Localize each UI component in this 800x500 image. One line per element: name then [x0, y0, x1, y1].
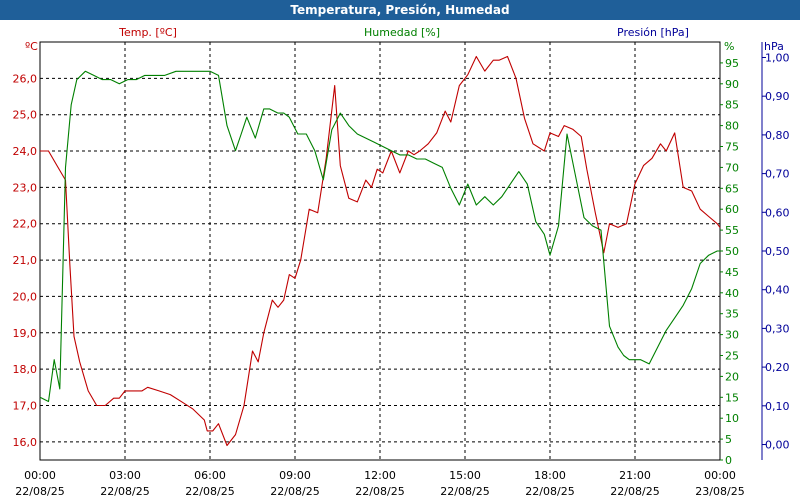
x-tick-date: 22/08/25 [15, 485, 64, 498]
humidity-tick-label: 55 [725, 224, 739, 237]
temp-tick-label: 26,0 [13, 72, 38, 85]
humidity-tick-label: 10 [725, 412, 739, 425]
humidity-tick-label: 65 [725, 182, 739, 195]
pressure-tick-label: 0,10 [765, 400, 790, 413]
humidity-tick-label: 40 [725, 287, 739, 300]
pressure-tick-label: 0,30 [765, 322, 790, 335]
humidity-tick-label: 15 [725, 391, 739, 404]
humidity-tick-label: 20 [725, 370, 739, 383]
temp-tick-label: 20,0 [13, 290, 38, 303]
humidity-tick-label: 35 [725, 308, 739, 321]
temp-tick-label: 19,0 [13, 327, 38, 340]
x-tick-date: 22/08/25 [355, 485, 404, 498]
x-tick-time: 09:00 [279, 469, 311, 482]
x-tick-date: 22/08/25 [525, 485, 574, 498]
humidity-tick-label: 75 [725, 141, 739, 154]
humidity-tick-label: 95 [725, 57, 739, 70]
humidity-tick-label: 30 [725, 329, 739, 342]
x-tick-date: 22/08/25 [610, 485, 659, 498]
humidity-tick-label: 25 [725, 350, 739, 363]
x-tick-time: 15:00 [449, 469, 481, 482]
temp-tick-label: 23,0 [13, 181, 38, 194]
x-tick-date: 22/08/25 [440, 485, 489, 498]
humidity-tick-label: 60 [725, 203, 739, 216]
tick-labels: 16,0 17,0 18,0 19,0 20,0 21,0 22,0 23,0 24,0 25,0… [13, 51, 790, 498]
pressure-axis-label: Presión [hPa] [617, 26, 689, 39]
temp-unit-label: ºC [25, 40, 38, 53]
x-tick-time: 21:00 [619, 469, 651, 482]
humidity-tick-label: 70 [725, 161, 739, 174]
humidity-tick-label: 80 [725, 120, 739, 133]
humidity-tick-label: 90 [725, 78, 739, 91]
chart-canvas: Temp. [ºC] Humedad [%] Presión [hPa] ºC … [13, 26, 790, 498]
x-tick-time: 00:00 [704, 469, 736, 482]
grid [40, 42, 720, 460]
x-tick-date: 23/08/25 [695, 485, 744, 498]
pressure-tick-label: 0,90 [765, 90, 790, 103]
x-tick-date: 22/08/25 [100, 485, 149, 498]
pressure-tick-label: 1,00 [765, 51, 790, 64]
x-tick-date: 22/08/25 [185, 485, 234, 498]
temp-tick-label: 16,0 [13, 436, 38, 449]
humidity-axis-label: Humedad [%] [364, 26, 440, 39]
humidity-unit-label: % [724, 40, 734, 53]
x-tick-time: 00:00 [24, 469, 56, 482]
temp-tick-label: 18,0 [13, 363, 38, 376]
humidity-tick-label: 5 [725, 433, 732, 446]
x-tick-date: 22/08/25 [270, 485, 319, 498]
x-tick-time: 12:00 [364, 469, 396, 482]
humidity-tick-label: 0 [725, 454, 732, 467]
humidity-tick-label: 50 [725, 245, 739, 258]
pressure-tick-label: 0,40 [765, 284, 790, 297]
humidity-tick-label: 85 [725, 99, 739, 112]
pressure-tick-label: 0,80 [765, 129, 790, 142]
pressure-tick-label: 0,70 [765, 168, 790, 181]
pressure-tick-label: 0,20 [765, 361, 790, 374]
temp-tick-label: 17,0 [13, 399, 38, 412]
x-tick-time: 03:00 [109, 469, 141, 482]
pressure-tick-label: 0,60 [765, 206, 790, 219]
x-tick-time: 06:00 [194, 469, 226, 482]
pressure-tick-label: 0,00 [765, 439, 790, 452]
temp-tick-label: 24,0 [13, 145, 38, 158]
temp-tick-label: 22,0 [13, 218, 38, 231]
pressure-tick-label: 0,50 [765, 245, 790, 258]
temp-tick-label: 25,0 [13, 109, 38, 122]
x-tick-time: 18:00 [534, 469, 566, 482]
temp-axis-label: Temp. [ºC] [118, 26, 177, 39]
humidity-tick-label: 45 [725, 266, 739, 279]
temp-tick-label: 21,0 [13, 254, 38, 267]
